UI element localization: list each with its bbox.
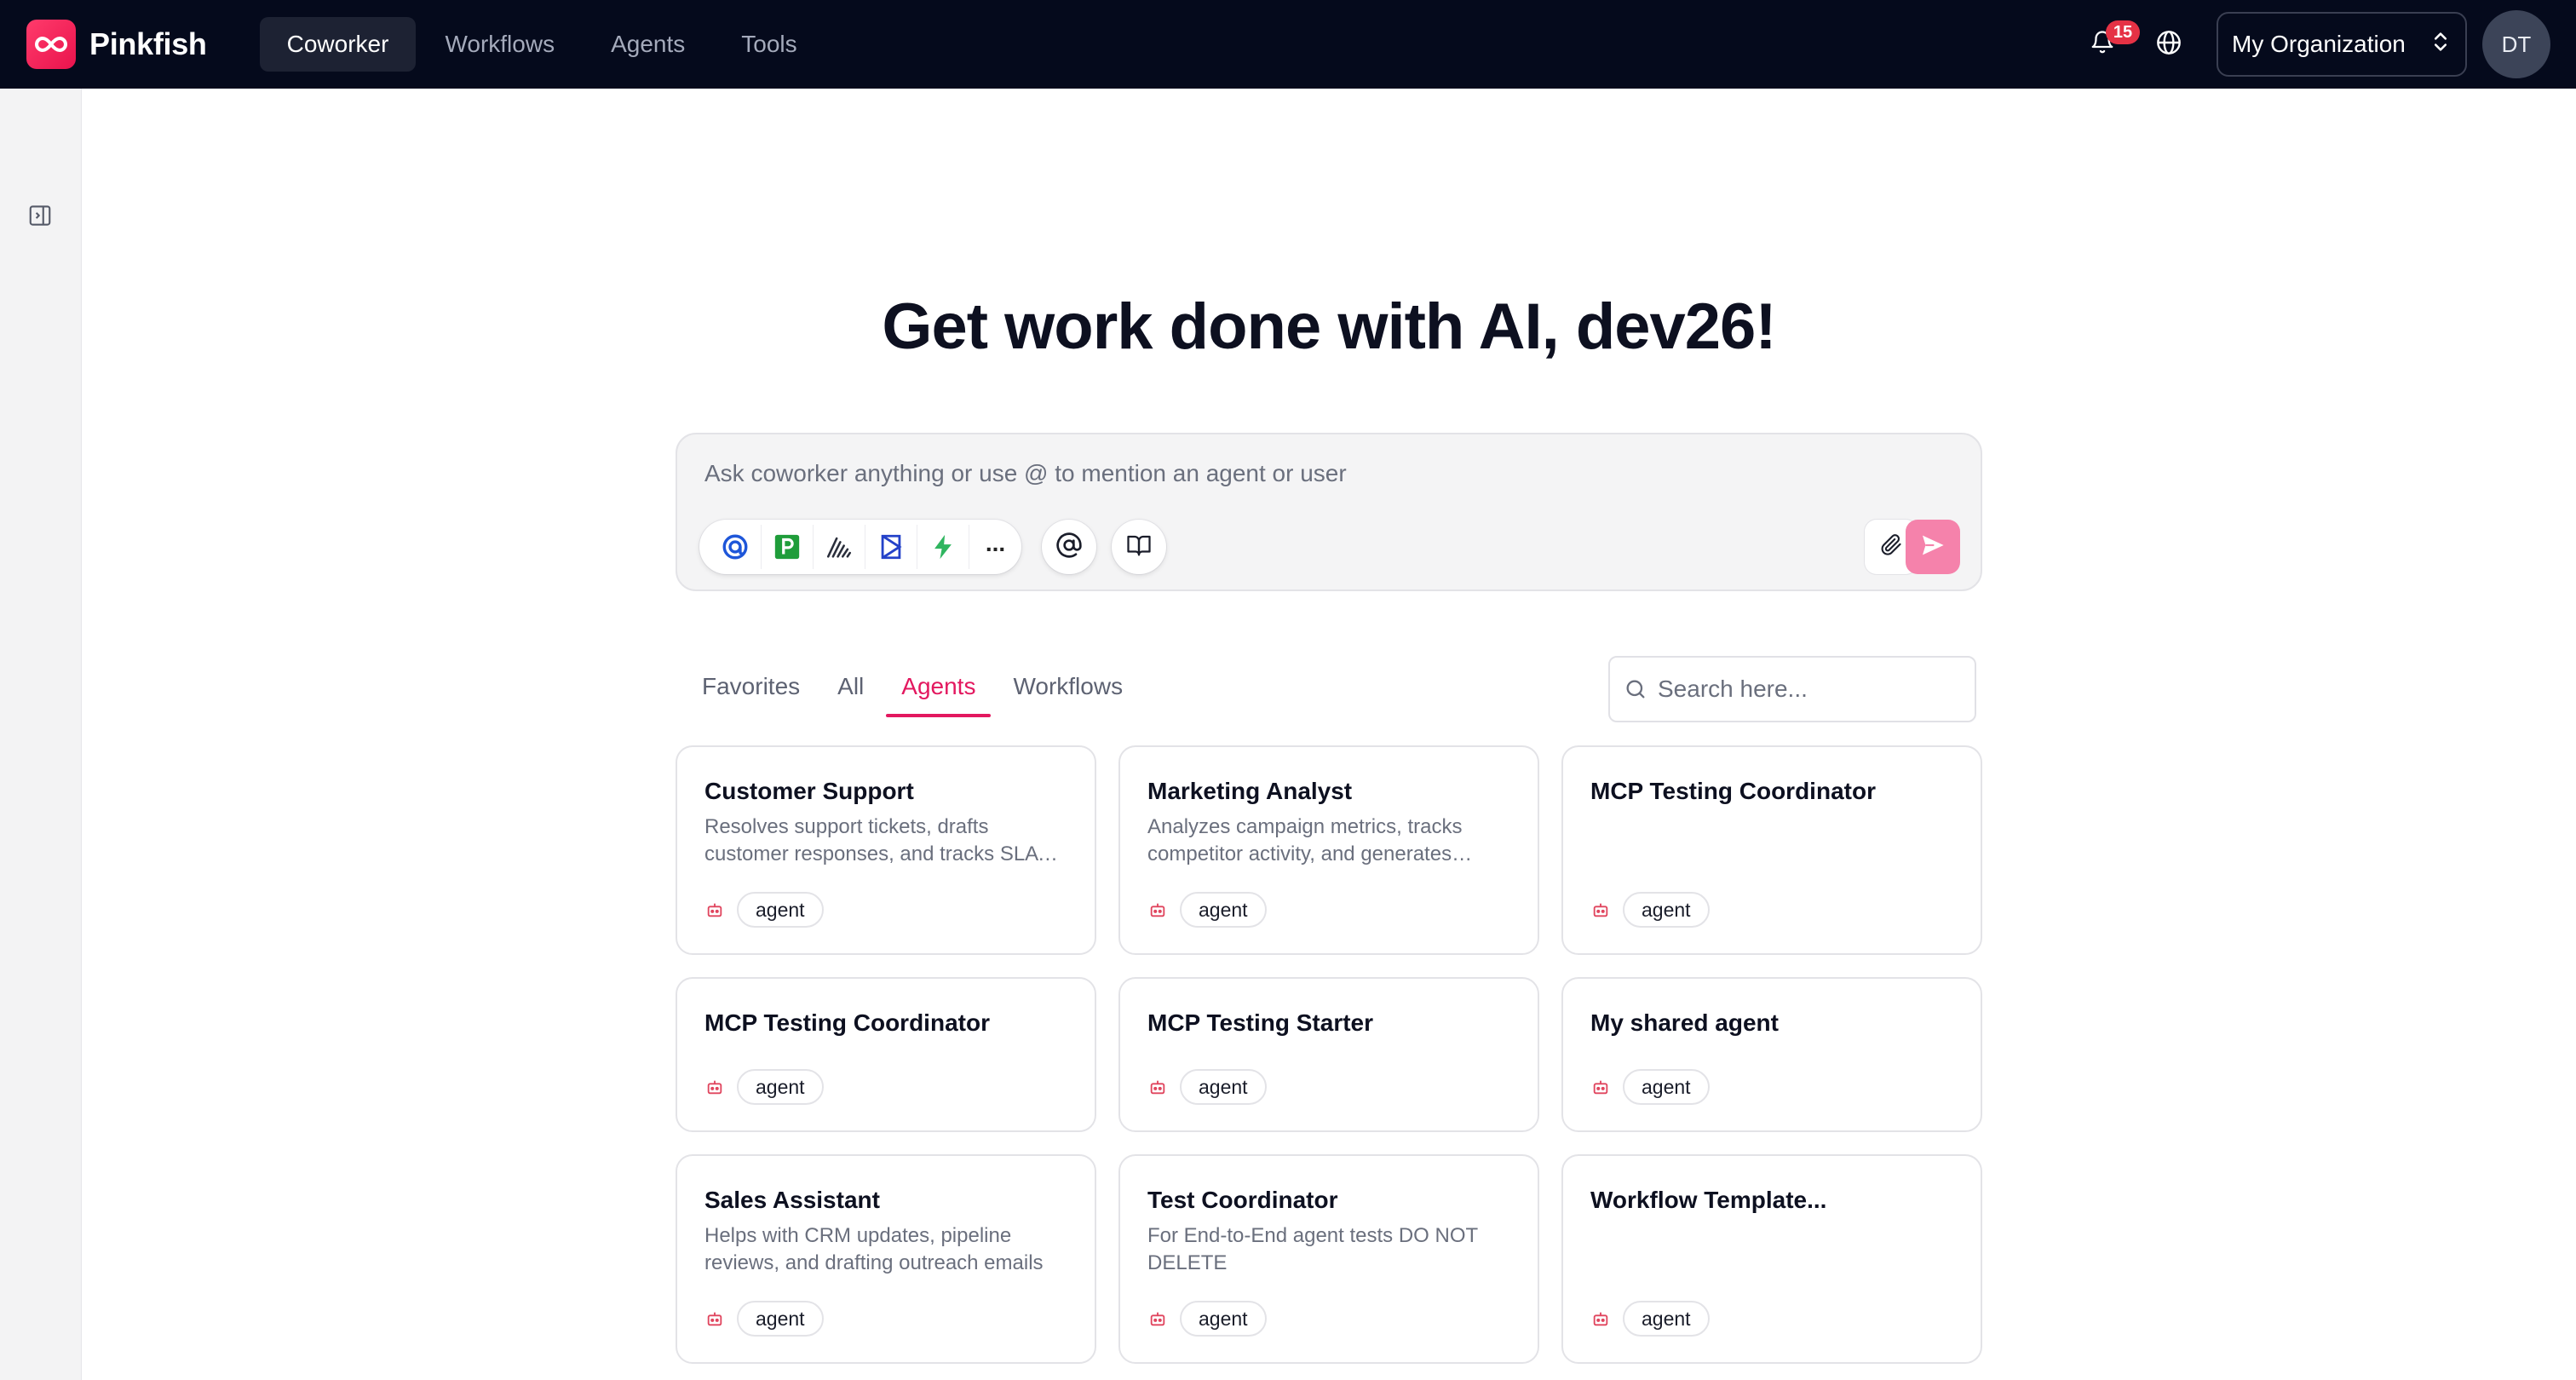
tab-agents[interactable]: Agents <box>886 656 992 717</box>
panel-expand-icon <box>27 205 53 232</box>
agent-card-title: MCP Testing Starter <box>1147 1009 1374 1036</box>
klaviyo-icon[interactable] <box>865 525 917 569</box>
agent-card-title: MCP Testing Coordinator <box>1590 778 1876 804</box>
language-button[interactable] <box>2143 19 2194 70</box>
agent-type-chip: agent <box>1623 1301 1710 1337</box>
paperclip-icon <box>1879 533 1903 561</box>
agent-card-footer: agent <box>1590 1301 1710 1337</box>
robot-icon <box>1147 900 1168 920</box>
brand-name: Pinkfish <box>89 26 207 61</box>
send-icon <box>1919 532 1946 563</box>
globe-icon <box>2155 29 2182 60</box>
agent-card-footer: agent <box>1590 1069 1710 1105</box>
more-tools-button[interactable]: ... <box>969 525 1021 569</box>
search-icon <box>1624 677 1647 701</box>
agent-card[interactable]: Sales Assistant Helps with CRM updates, … <box>676 1154 1096 1364</box>
robot-icon <box>1590 1308 1611 1329</box>
nav-tools[interactable]: Tools <box>714 17 824 72</box>
tab-workflows[interactable]: Workflows <box>998 656 1138 717</box>
agent-card-footer: agent <box>1147 1301 1267 1337</box>
robot-icon <box>704 1077 725 1097</box>
header-actions: 15 My Organization DT <box>2077 0 2550 89</box>
book-open-icon <box>1126 532 1152 562</box>
google-workspace-icon[interactable] <box>710 525 762 569</box>
agent-card[interactable]: MCP Testing Coordinator agent <box>1561 745 1982 955</box>
coworker-prompt-input[interactable] <box>704 460 1897 487</box>
sidebar <box>0 89 82 1380</box>
connected-tools-pill: ... <box>699 520 1021 574</box>
notifications-button[interactable]: 15 <box>2077 19 2140 70</box>
lightning-icon[interactable] <box>917 525 969 569</box>
agent-card-footer: agent <box>704 1069 824 1105</box>
chevron-up-down-icon <box>2433 31 2448 59</box>
agent-card[interactable]: Workflow Template... agent <box>1561 1154 1982 1364</box>
agent-card-description: Resolves support tickets, drafts custome… <box>704 815 1038 865</box>
sidebar-toggle-button[interactable] <box>27 203 53 233</box>
coworker-composer: ... <box>676 433 1982 591</box>
agent-card-title: Workflow Template... <box>1590 1187 1827 1213</box>
user-avatar[interactable]: DT <box>2482 10 2550 78</box>
agent-card[interactable]: MCP Testing Coordinator agent <box>676 977 1096 1132</box>
agent-card-footer: agent <box>704 1301 824 1337</box>
agent-card-footer: agent <box>1147 892 1267 928</box>
robot-icon <box>1590 900 1611 920</box>
robot-icon <box>704 900 725 920</box>
agent-card-grid: Customer Support Resolves support ticket… <box>676 745 1982 1364</box>
tab-all[interactable]: All <box>822 656 879 717</box>
agent-card-footer: agent <box>1147 1069 1267 1105</box>
agent-type-chip: agent <box>1623 892 1710 928</box>
organization-label: My Organization <box>2232 31 2406 57</box>
nav-agents[interactable]: Agents <box>584 17 712 72</box>
agent-type-chip: agent <box>1623 1069 1710 1105</box>
sales-stack-icon[interactable] <box>814 525 865 569</box>
agent-type-chip: agent <box>1180 1301 1267 1337</box>
knowledge-base-button[interactable] <box>1112 520 1166 574</box>
agent-type-chip: agent <box>737 1069 824 1105</box>
agent-card[interactable]: MCP Testing Starter agent <box>1118 977 1539 1132</box>
agent-card-footer: agent <box>1590 892 1710 928</box>
page-headline: Get work done with AI, dev26! <box>882 290 1776 363</box>
agent-card[interactable]: Test Coordinator For End-to-End agent te… <box>1118 1154 1539 1364</box>
agent-type-chip: agent <box>737 892 824 928</box>
agent-card-title: Test Coordinator <box>1147 1187 1338 1213</box>
mention-button[interactable] <box>1042 520 1096 574</box>
agent-card-footer: agent <box>704 892 824 928</box>
pinkfish-logo-icon <box>26 20 76 69</box>
organization-select[interactable]: My Organization <box>2217 12 2467 77</box>
pipedrive-icon[interactable] <box>762 525 814 569</box>
notification-count-badge: 15 <box>2106 20 2140 44</box>
nav-workflows[interactable]: Workflows <box>417 17 582 72</box>
brand[interactable]: Pinkfish <box>26 20 207 69</box>
tab-favorites[interactable]: Favorites <box>687 656 815 717</box>
search-input[interactable] <box>1658 676 1947 703</box>
catalog-search <box>1608 656 1976 722</box>
agent-card-title: MCP Testing Coordinator <box>704 1009 990 1036</box>
robot-icon <box>1590 1077 1611 1097</box>
agent-card-description: Helps with CRM updates, pipeline reviews… <box>704 1224 1044 1274</box>
robot-icon <box>1147 1308 1168 1329</box>
agent-card[interactable]: Customer Support Resolves support ticket… <box>676 745 1096 955</box>
agent-type-chip: agent <box>737 1301 824 1337</box>
robot-icon <box>704 1308 725 1329</box>
agent-card[interactable]: My shared agent agent <box>1561 977 1982 1132</box>
top-nav-bar: Pinkfish Coworker Workflows Agents Tools… <box>0 0 2576 89</box>
at-sign-icon <box>1055 532 1083 563</box>
agent-card[interactable]: Marketing Analyst Analyzes campaign metr… <box>1118 745 1539 955</box>
agent-type-chip: agent <box>1180 1069 1267 1105</box>
nav-coworker[interactable]: Coworker <box>259 17 417 72</box>
catalog-tabs: Favorites All Agents Workflows <box>687 656 1145 717</box>
agent-type-chip: agent <box>1180 892 1267 928</box>
send-button[interactable] <box>1906 520 1960 574</box>
agent-card-title: My shared agent <box>1590 1009 1779 1036</box>
agent-card-title: Marketing Analyst <box>1147 778 1353 804</box>
agent-card-description: Analyzes campaign metrics, tracks compet… <box>1147 815 1463 865</box>
main-nav: Coworker Workflows Agents Tools <box>259 17 826 72</box>
agent-card-title: Sales Assistant <box>704 1187 880 1213</box>
agent-card-title: Customer Support <box>704 778 914 804</box>
agent-card-description: For End-to-End agent tests DO NOT DELETE <box>1147 1224 1478 1274</box>
robot-icon <box>1147 1077 1168 1097</box>
